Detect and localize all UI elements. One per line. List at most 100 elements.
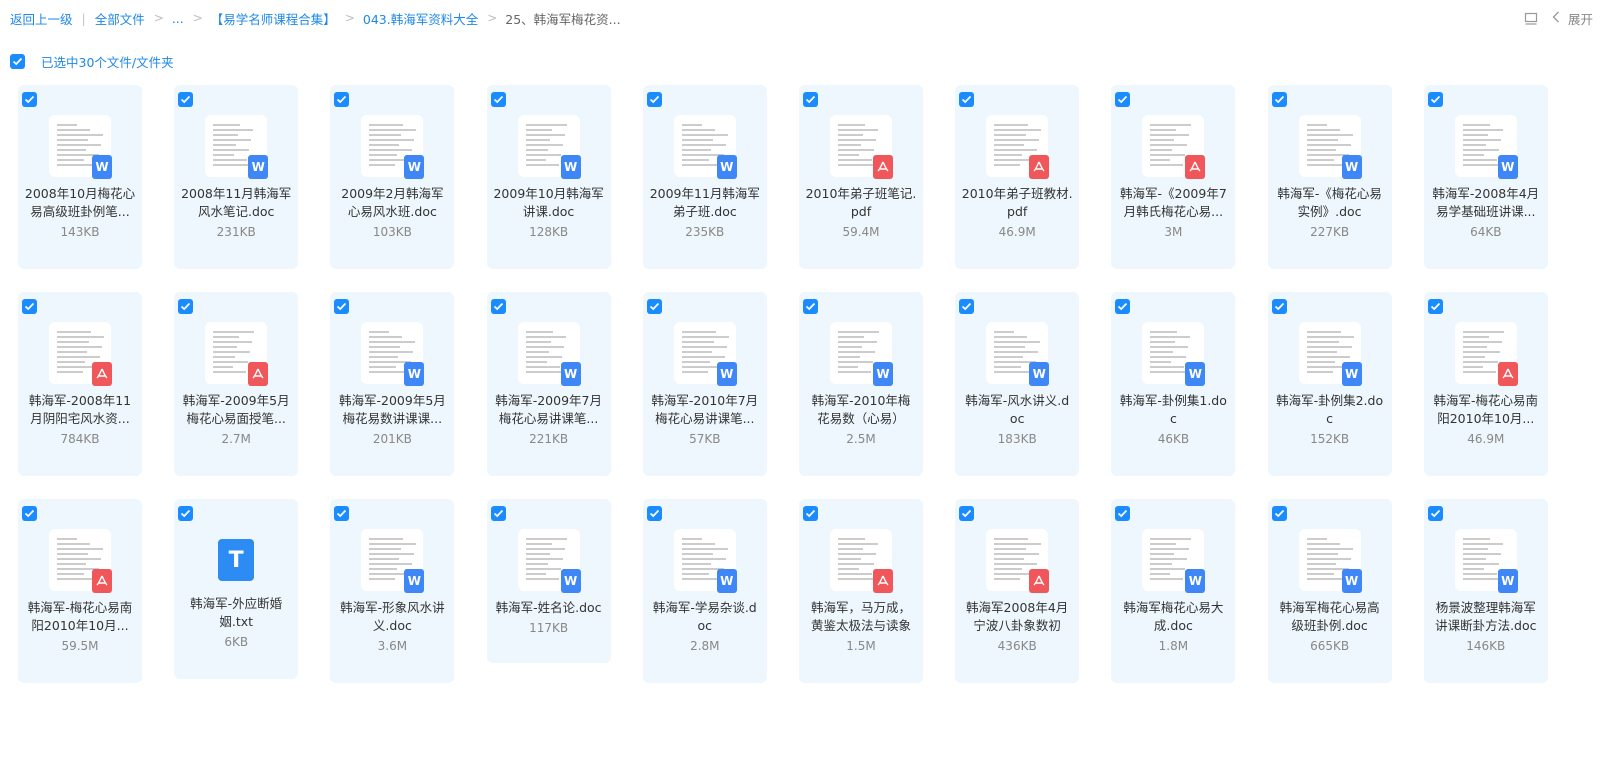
file-checkbox[interactable] bbox=[22, 506, 37, 521]
file-card[interactable]: 韩海军2008年4月 宁波八卦象数初 436KB bbox=[955, 499, 1080, 683]
file-size: 146KB bbox=[1466, 639, 1506, 653]
file-card[interactable]: W 2009年11月韩海军 弟子班.doc 235KB bbox=[642, 85, 767, 269]
layout-icon[interactable] bbox=[1524, 12, 1538, 26]
file-card[interactable]: W 韩海军-2009年5月 梅花易数讲课课... 201KB bbox=[330, 292, 455, 476]
file-checkbox[interactable] bbox=[1271, 506, 1287, 521]
file-card[interactable]: 韩海军-《2009年7 月韩氏梅花心易... 3M bbox=[1111, 85, 1236, 269]
file-name-line-2: 梅花易数讲课课... bbox=[342, 411, 443, 426]
file-checkbox[interactable] bbox=[22, 92, 37, 107]
file-checkbox[interactable] bbox=[334, 299, 350, 314]
file-card[interactable]: W 韩海军-卦例集2.do c 152KB bbox=[1267, 292, 1392, 476]
file-checkbox[interactable] bbox=[22, 299, 37, 314]
file-card[interactable]: W 韩海军梅花心易高 级班卦例.doc 665KB bbox=[1267, 499, 1392, 683]
file-checkbox[interactable] bbox=[178, 299, 194, 314]
file-name-line-1: 韩海军2008年4月 bbox=[966, 600, 1069, 615]
pdf-icon bbox=[1029, 569, 1050, 593]
word-doc-icon: W bbox=[716, 155, 737, 179]
file-name-line-1: 韩海军-2008年4月 bbox=[1432, 186, 1540, 201]
file-card[interactable]: W 韩海军-2009年7月 梅花心易讲课笔... 221KB bbox=[486, 292, 611, 476]
select-all-checkbox[interactable] bbox=[10, 54, 25, 69]
file-card[interactable]: W 杨景波整理韩海军 讲课断卦方法.doc 146KB bbox=[1423, 499, 1548, 683]
file-card[interactable]: W 韩海军-风水讲义.d oc 183KB bbox=[955, 292, 1080, 476]
file-card[interactable]: W 韩海军梅花心易大 成.doc 1.8M bbox=[1111, 499, 1236, 683]
chevron-left-icon bbox=[1552, 11, 1560, 26]
file-card[interactable]: W 韩海军-2010年7月 梅花心易讲课笔... 57KB bbox=[642, 292, 767, 476]
file-name: 韩海军2008年4月 宁波八卦象数初 bbox=[959, 599, 1075, 635]
file-size: 665KB bbox=[1310, 639, 1350, 653]
file-name: 韩海军-2010年梅 花易数（心易） bbox=[803, 392, 919, 428]
file-size: 3M bbox=[1164, 225, 1183, 239]
file-checkbox[interactable] bbox=[959, 92, 975, 107]
file-checkbox[interactable] bbox=[646, 299, 662, 314]
file-checkbox[interactable] bbox=[803, 92, 818, 107]
file-checkbox[interactable] bbox=[490, 92, 506, 107]
file-card[interactable]: W 韩海军-学易杂谈.d oc 2.8M bbox=[642, 499, 767, 683]
word-doc-icon: W bbox=[248, 155, 269, 179]
file-card[interactable]: 2010年弟子班教材. pdf 46.9M bbox=[955, 85, 1080, 269]
file-name-line-2: 风水笔记.doc bbox=[197, 204, 275, 219]
file-card[interactable]: 韩海军-梅花心易南 阳2010年10月... 46.9M bbox=[1423, 292, 1548, 476]
file-name: 韩海军-《梅花心易 实例》.doc bbox=[1272, 185, 1388, 221]
file-checkbox[interactable] bbox=[1271, 299, 1287, 314]
file-name-line-2: 梅花心易面授笔... bbox=[186, 411, 286, 426]
file-checkbox[interactable] bbox=[959, 506, 975, 521]
file-checkbox[interactable] bbox=[959, 299, 975, 314]
file-card[interactable]: W 2009年10月韩海军 讲课.doc 128KB bbox=[486, 85, 611, 269]
file-name-line-1: 韩海军梅花心易高 bbox=[1279, 600, 1380, 615]
breadcrumb-folder-2[interactable]: 043.韩海军资料大全 bbox=[363, 9, 478, 28]
file-card[interactable]: W 韩海军-形象风水讲 义.doc 3.6M bbox=[330, 499, 455, 683]
file-checkbox[interactable] bbox=[1271, 92, 1287, 107]
file-card[interactable]: W 2008年11月韩海军 风水笔记.doc 231KB bbox=[174, 85, 299, 269]
file-name: 韩海军-2008年4月 易学基础班讲课... bbox=[1428, 185, 1544, 221]
file-card[interactable]: W 韩海军-姓名论.doc 117KB bbox=[486, 499, 611, 663]
file-card[interactable]: W 2008年10月梅花心 易高级班卦例笔... 143KB bbox=[18, 85, 142, 269]
file-name-line-2: 实例》.doc bbox=[1297, 204, 1362, 219]
file-checkbox[interactable] bbox=[334, 92, 350, 107]
file-size: 235KB bbox=[685, 225, 725, 239]
file-checkbox[interactable] bbox=[490, 299, 506, 314]
file-name: 韩海军-外应断婚 姻.txt bbox=[178, 595, 294, 631]
breadcrumb-folder-1[interactable]: 【易学名师课程合集】 bbox=[211, 9, 336, 28]
file-checkbox[interactable] bbox=[646, 506, 662, 521]
file-card[interactable]: W 2009年2月韩海军 心易风水班.doc 103KB bbox=[330, 85, 455, 269]
file-checkbox[interactable] bbox=[1115, 506, 1131, 521]
file-card[interactable]: W 韩海军-《梅花心易 实例》.doc 227KB bbox=[1267, 85, 1392, 269]
file-checkbox[interactable] bbox=[178, 506, 194, 521]
file-checkbox[interactable] bbox=[1427, 92, 1443, 107]
breadcrumb-all-files[interactable]: 全部文件 bbox=[95, 9, 145, 28]
file-size: 152KB bbox=[1310, 432, 1350, 446]
breadcrumb-divider: | bbox=[81, 10, 86, 26]
selection-count-label: 已选中30个文件/文件夹 bbox=[41, 55, 174, 70]
file-card[interactable]: T 韩海军-外应断婚 姻.txt 6KB bbox=[174, 499, 299, 679]
file-checkbox[interactable] bbox=[334, 506, 350, 521]
file-card[interactable]: 韩海军-梅花心易南 阳2010年10月... 59.5M bbox=[18, 499, 142, 683]
file-card[interactable]: 韩海军-2008年11 月阴阳宅风水资... 784KB bbox=[18, 292, 142, 476]
file-name-line-2: oc bbox=[1009, 411, 1025, 426]
file-name: 韩海军-2010年7月 梅花心易讲课笔... bbox=[647, 392, 763, 428]
breadcrumb-ellipsis[interactable]: ... bbox=[172, 11, 184, 26]
file-card[interactable]: 韩海军-2009年5月 梅花心易面授笔... 2.7M bbox=[174, 292, 299, 476]
file-name-line-2: c bbox=[1169, 411, 1177, 426]
file-checkbox[interactable] bbox=[803, 506, 818, 521]
file-name: 2008年11月韩海军 风水笔记.doc bbox=[178, 185, 294, 221]
pdf-icon bbox=[1185, 155, 1206, 179]
file-card[interactable]: W 韩海军-2010年梅 花易数（心易） 2.5M bbox=[799, 292, 923, 476]
expand-button[interactable]: 展开 bbox=[1552, 9, 1593, 28]
file-name: 韩海军梅花心易高 级班卦例.doc bbox=[1272, 599, 1388, 635]
file-card[interactable]: W 韩海军-卦例集1.do c 46KB bbox=[1111, 292, 1236, 476]
file-name-line-2: oc bbox=[697, 618, 713, 633]
file-name-line-1: 韩海军-2009年5月 bbox=[339, 393, 446, 408]
file-checkbox[interactable] bbox=[1115, 299, 1131, 314]
file-card[interactable]: 2010年弟子班笔记. pdf 59.4M bbox=[799, 85, 923, 269]
file-checkbox[interactable] bbox=[1427, 299, 1443, 314]
file-checkbox[interactable] bbox=[803, 299, 818, 314]
file-checkbox[interactable] bbox=[1427, 506, 1443, 521]
file-card[interactable]: W 韩海军-2008年4月 易学基础班讲课... 64KB bbox=[1423, 85, 1548, 269]
file-checkbox[interactable] bbox=[1115, 92, 1131, 107]
breadcrumb: 返回上一级 | 全部文件 > ... > 【易学名师课程合集】 > 043.韩海… bbox=[0, 0, 1607, 36]
file-checkbox[interactable] bbox=[178, 92, 194, 107]
file-card[interactable]: 韩海军，马万成， 黄鉴太极法与读象 1.5M bbox=[799, 499, 923, 683]
file-checkbox[interactable] bbox=[646, 92, 662, 107]
file-checkbox[interactable] bbox=[490, 506, 506, 521]
back-link[interactable]: 返回上一级 bbox=[10, 9, 73, 28]
